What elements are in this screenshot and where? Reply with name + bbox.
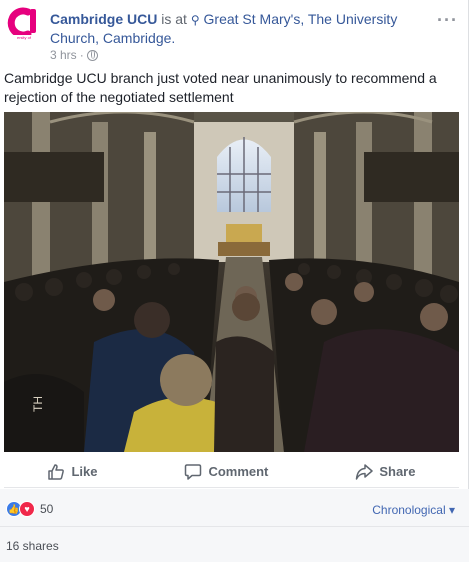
post-meta: 3 hrs · xyxy=(50,48,98,62)
post-text: Cambridge UCU branch just voted near una… xyxy=(4,70,437,105)
page-avatar[interactable]: ersity of xyxy=(4,4,44,44)
page-name-link[interactable]: Cambridge UCU xyxy=(50,11,157,27)
comment-sort-dropdown[interactable]: Chronological ▾ xyxy=(372,503,455,517)
post-header: ersity of Cambridge UCU is at ⚲ Great St… xyxy=(4,4,458,64)
comment-label: Comment xyxy=(208,464,269,479)
svg-text:ersity of: ersity of xyxy=(17,35,32,40)
meta-separator: · xyxy=(79,48,84,62)
comment-button[interactable]: Comment xyxy=(184,463,268,481)
timestamp[interactable]: 3 hrs xyxy=(50,48,77,62)
ellipsis-icon[interactable]: ··· xyxy=(437,10,458,31)
globe-icon[interactable] xyxy=(86,49,98,61)
comment-icon xyxy=(185,463,202,480)
facebook-post: ersity of Cambridge UCU is at ⚲ Great St… xyxy=(0,0,469,562)
thumbs-up-icon xyxy=(48,463,65,480)
is-at-text: is at xyxy=(157,11,191,27)
reactions-summary[interactable]: 👍 ♥ 50 xyxy=(6,501,53,517)
post-footer: 👍 ♥ 50 Chronological ▾ 16 shares xyxy=(0,489,469,562)
post-actions: Like Comment Share xyxy=(4,456,459,488)
post-heading: Cambridge UCU is at ⚲ Great St Mary's, T… xyxy=(50,10,430,47)
svg-text:TH: TH xyxy=(31,396,45,412)
love-reaction-icon: ♥ xyxy=(19,501,35,517)
sort-label: Chronological xyxy=(372,503,446,517)
church-crowd-image: TH xyxy=(4,112,459,452)
shares-count-link[interactable]: 16 shares xyxy=(6,539,59,553)
location-pin-icon: ⚲ xyxy=(190,13,200,27)
share-button[interactable]: Share xyxy=(355,463,415,481)
share-label: Share xyxy=(379,464,416,479)
reaction-count: 50 xyxy=(40,502,54,516)
like-button[interactable]: Like xyxy=(47,463,97,481)
like-label: Like xyxy=(71,464,98,479)
post-photo[interactable]: TH xyxy=(4,112,459,452)
share-icon xyxy=(356,463,374,480)
chevron-down-icon: ▾ xyxy=(448,503,455,517)
footer-divider xyxy=(0,526,469,527)
ucu-logo-icon: ersity of xyxy=(5,5,43,43)
